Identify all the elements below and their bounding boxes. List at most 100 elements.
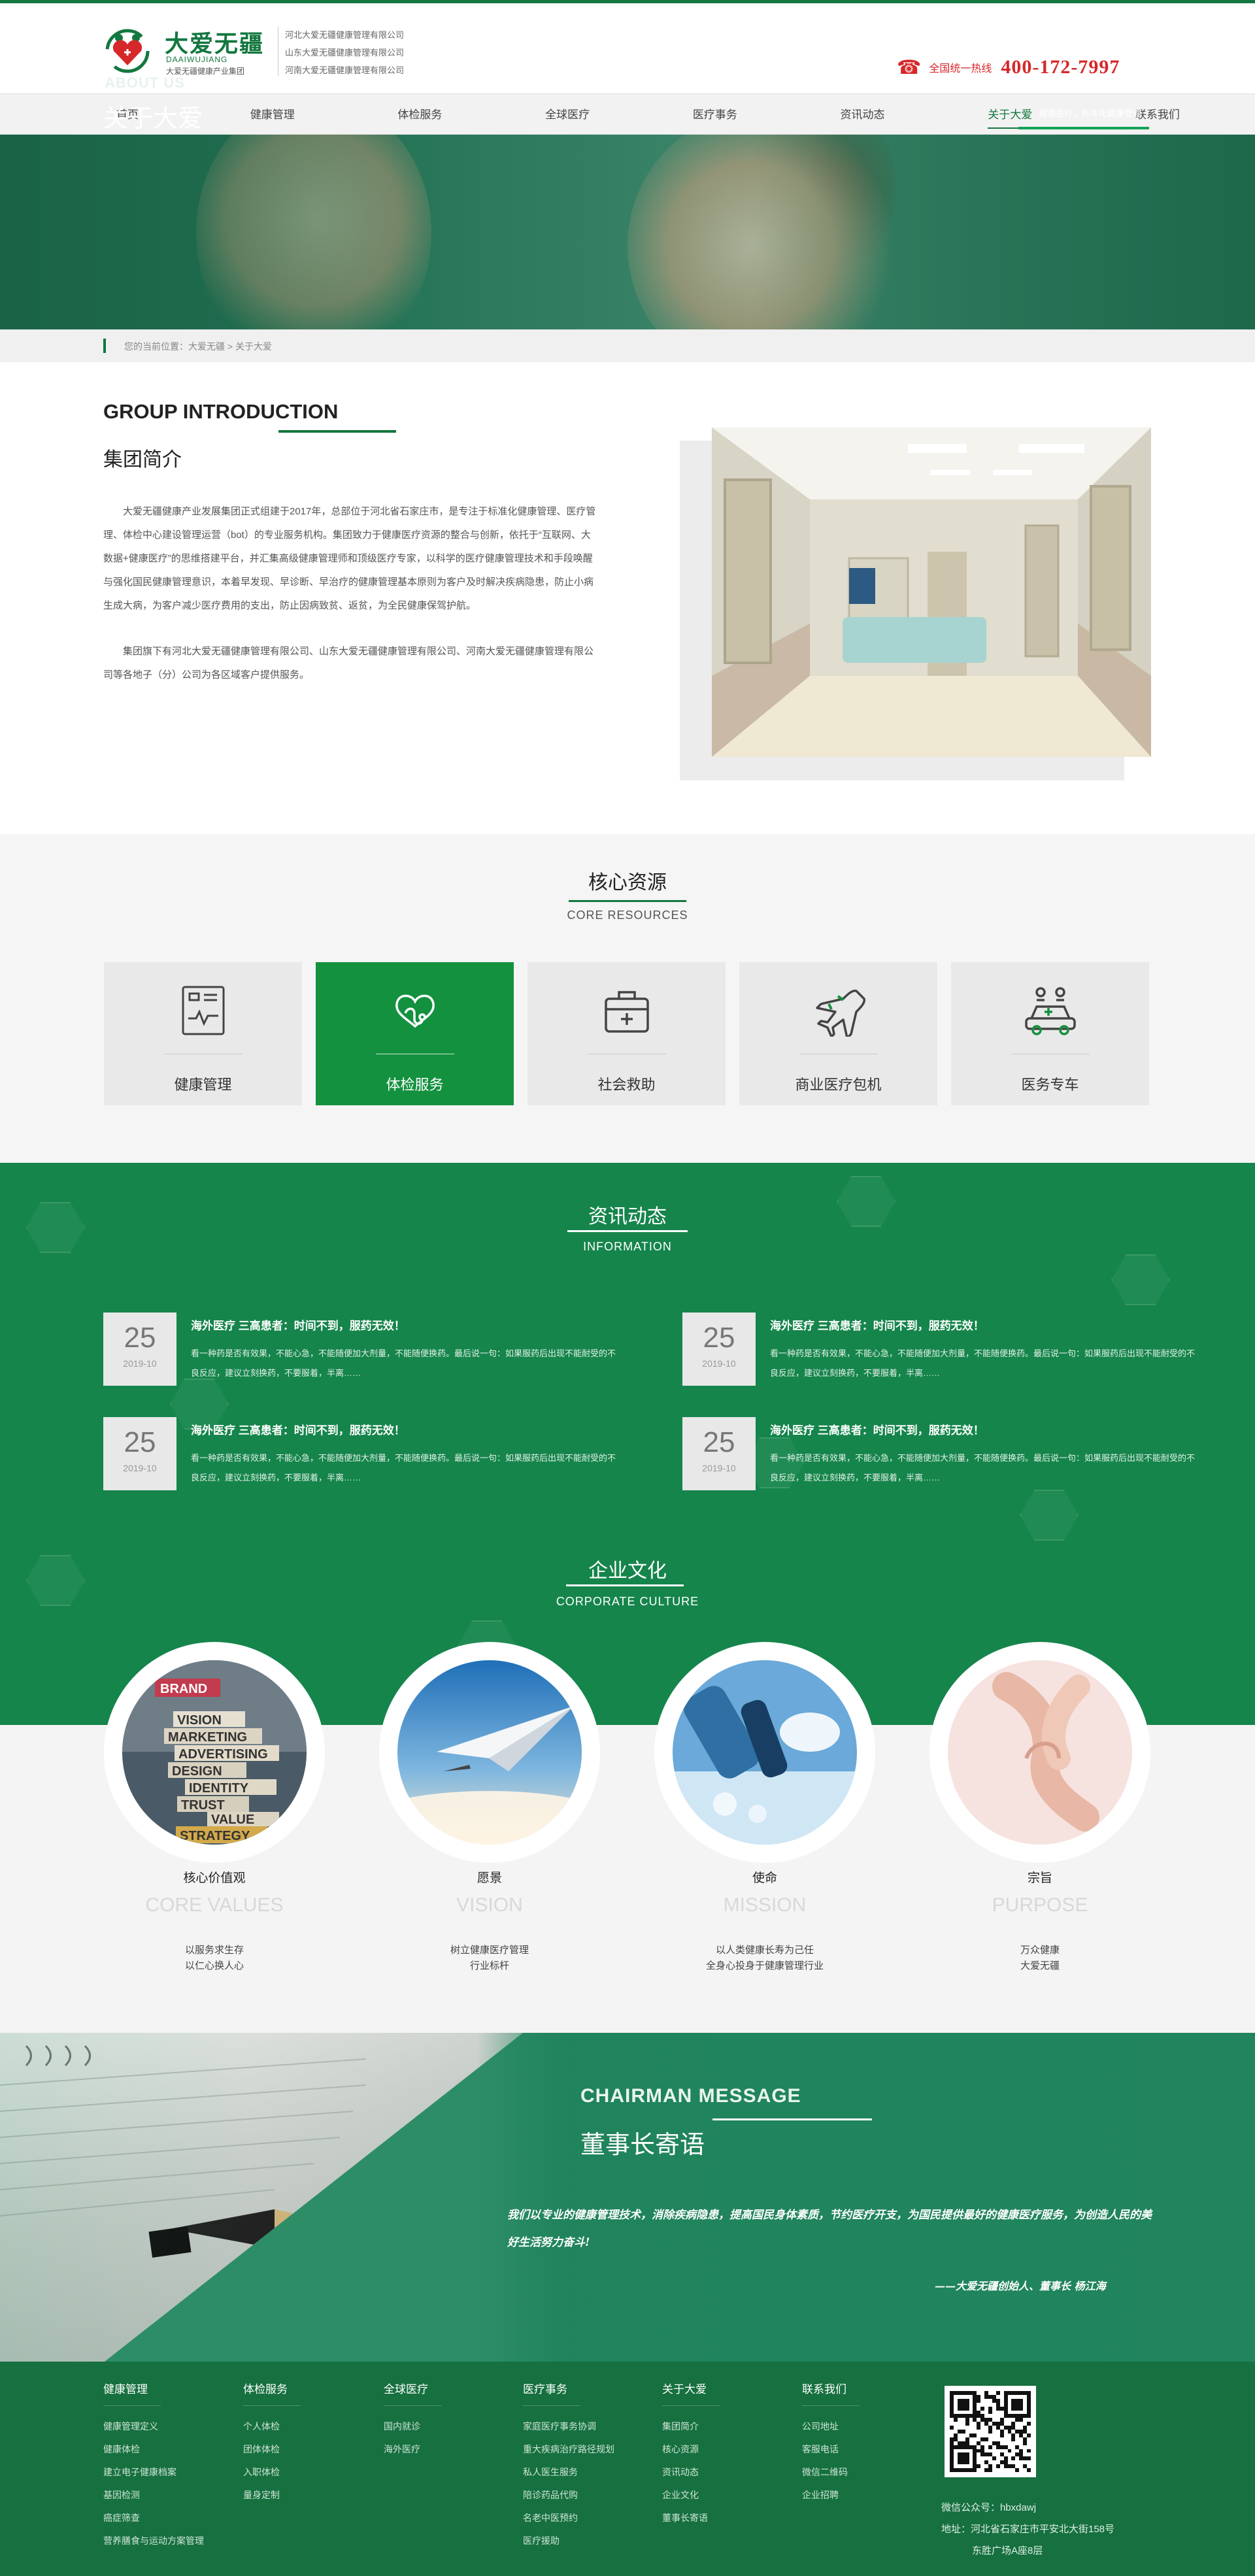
stethoscope-icon [316, 980, 514, 1041]
values-word: VISION [177, 1713, 222, 1728]
footer-heading[interactable]: 关于大爱 [662, 2380, 780, 2396]
values-word: DESIGN [172, 1764, 222, 1779]
news-item[interactable]: 25 2019-10 海外医疗 三高患者：时间不到，服药无效！ 看一种药是否有效… [682, 1417, 1205, 1490]
footer-column: 联系我们 公司地址 客服电话 微信二维码 企业招聘 [802, 2380, 920, 2507]
footer-link[interactable]: 海外医疗 [384, 2438, 501, 2461]
footer-link[interactable]: 健康管理定义 [103, 2415, 221, 2438]
news-title[interactable]: 海外医疗 三高患者：时间不到，服药无效！ [770, 1421, 984, 1437]
subsidiary-item: 河北大爱无疆健康管理有限公司 [285, 30, 405, 40]
banner-tagline: 健康医疗，标本化健康管理 [1039, 109, 1142, 118]
banner-overlay [0, 135, 1255, 329]
news-title[interactable]: 海外医疗 三高患者：时间不到，服药无效！ [191, 1421, 405, 1437]
footer-heading[interactable]: 全球医疗 [384, 2380, 501, 2396]
card-label: 体检服务 [386, 1077, 444, 1093]
logo-heart-icon[interactable] [102, 27, 153, 75]
footer-link[interactable]: 家庭医疗事务协调 [523, 2415, 641, 2438]
resource-card-health-management[interactable]: 健康管理 [104, 962, 302, 1105]
footer-link[interactable]: 建立电子健康档案 [103, 2461, 221, 2484]
wechat-account: 微信公众号：hbxdawj [941, 2502, 1037, 2513]
footer-link[interactable]: 客服电话 [802, 2438, 920, 2461]
paper-plane-photo [397, 1660, 582, 1845]
breadcrumb-text[interactable]: 您的当前位置：大爱无疆 > 关于大爱 [124, 340, 272, 353]
news-day: 25 [124, 1426, 156, 1458]
news-item[interactable]: 25 2019-10 海外医疗 三高患者：时间不到，服药无效！ 看一种药是否有效… [682, 1313, 1205, 1386]
footer-link[interactable]: 营养膳食与运动方案管理 [103, 2530, 221, 2552]
footer-link[interactable]: 董事长寄语 [662, 2507, 780, 2530]
chairman-section [0, 2033, 1255, 2362]
footer-link[interactable]: 量身定制 [243, 2484, 361, 2507]
culture-subtitle: CORPORATE CULTURE [556, 1595, 699, 1608]
footer-link[interactable]: 公司地址 [802, 2415, 920, 2438]
hexagon-decoration [1111, 1254, 1170, 1305]
footer-heading[interactable]: 联系我们 [802, 2380, 920, 2396]
chairman-underline [712, 2118, 872, 2120]
footer-link[interactable]: 核心资源 [662, 2438, 780, 2461]
footer-divider [384, 2405, 441, 2406]
culture-desc-line: 以仁心换人心 [184, 1960, 244, 1971]
hotline-number[interactable]: 400-172-7997 [1001, 56, 1120, 78]
resource-card-checkup[interactable]: 体检服务 [316, 962, 514, 1105]
card-label: 健康管理 [174, 1077, 232, 1093]
footer-divider [103, 2405, 161, 2406]
resource-card-medical-car[interactable]: 医务专车 [951, 962, 1149, 1105]
footer-column: 体检服务 个人体检 团体体检 入职体检 量身定制 [243, 2380, 361, 2507]
footer-heading[interactable]: 医疗事务 [523, 2380, 641, 2396]
news-month: 2019-10 [702, 1358, 736, 1369]
footer-heading[interactable]: 体检服务 [243, 2380, 361, 2396]
banner-subtitle: ABOUT US [105, 75, 185, 91]
nav-checkup[interactable]: 体检服务 [397, 94, 442, 135]
footer-link[interactable]: 私人医生服务 [523, 2461, 641, 2484]
values-word: ADVERTISING [178, 1747, 268, 1762]
logo-text[interactable]: 大爱无疆 [165, 25, 264, 59]
footer-heading[interactable]: 健康管理 [103, 2380, 221, 2396]
footer-link[interactable]: 名老中医预约 [523, 2507, 641, 2530]
culture-circle-vision [379, 1642, 600, 1863]
intro-paragraph: 集团旗下有河北大爱无疆健康管理有限公司、山东大爱无疆健康管理有限公司、河南大爱无… [103, 646, 594, 680]
footer-column: 医疗事务 家庭医疗事务协调 重大疾病治疗路径规划 私人医生服务 陪诊药品代购 名… [523, 2380, 641, 2552]
resource-card-social-aid[interactable]: 社会救助 [527, 962, 726, 1105]
hands-heart-photo [948, 1660, 1132, 1845]
airplane-icon [739, 980, 937, 1041]
culture-title: 企业文化 [588, 1560, 667, 1582]
resource-card-charter-flight[interactable]: 商业医疗包机 [739, 962, 937, 1105]
nav-news[interactable]: 资讯动态 [841, 94, 885, 135]
footer-link[interactable]: 癌症筛查 [103, 2507, 221, 2530]
nav-medical-affairs[interactable]: 医疗事务 [693, 94, 737, 135]
nav-global-medical[interactable]: 全球医疗 [545, 94, 590, 135]
intro-title: 集团简介 [103, 449, 182, 471]
values-word: VALUE [211, 1813, 254, 1827]
news-date: 25 2019-10 [682, 1313, 756, 1386]
footer-link[interactable]: 重大疾病治疗路径规划 [523, 2438, 641, 2461]
health-report-icon [104, 980, 302, 1041]
news-title[interactable]: 海外医疗 三高患者：时间不到，服药无效！ [770, 1316, 984, 1333]
footer-column: 健康管理 健康管理定义 健康体检 建立电子健康档案 基因检测 癌症筛查 营养膳食… [103, 2380, 221, 2552]
footer-link[interactable]: 个人体检 [243, 2415, 361, 2438]
banner-title: 关于大爱 [103, 105, 203, 133]
footer-column: 关于大爱 集团简介 核心资源 资讯动态 企业文化 董事长寄语 [662, 2380, 780, 2530]
values-word: BRAND [160, 1682, 207, 1696]
news-date: 25 2019-10 [103, 1313, 176, 1386]
intro-title-en: GROUP INTRODUCTION [103, 400, 339, 423]
news-title[interactable]: 海外医疗 三高患者：时间不到，服药无效！ [191, 1316, 405, 1333]
footer-link[interactable]: 微信二维码 [802, 2461, 920, 2484]
wechat-qr-code [945, 2386, 1036, 2477]
news-month: 2019-10 [702, 1463, 736, 1473]
culture-circle-purpose [929, 1642, 1150, 1863]
chairman-signature: ——大爱无疆创始人、董事长 杨江海 [935, 2280, 1106, 2292]
news-item[interactable]: 25 2019-10 海外医疗 三高患者：时间不到，服药无效！ 看一种药是否有效… [103, 1417, 626, 1490]
footer-link[interactable]: 企业文化 [662, 2484, 780, 2507]
footer-link[interactable]: 健康体检 [103, 2438, 221, 2461]
footer-link[interactable]: 入职体检 [243, 2461, 361, 2484]
culture-label-en: PURPOSE [992, 1894, 1088, 1916]
footer-link[interactable]: 国内就诊 [384, 2415, 501, 2438]
footer-link[interactable]: 企业招聘 [802, 2484, 920, 2507]
footer-link[interactable]: 陪诊药品代购 [523, 2484, 641, 2507]
footer-link[interactable]: 医疗援助 [523, 2530, 641, 2552]
footer-link[interactable]: 资讯动态 [662, 2461, 780, 2484]
culture-desc-line: 以人类健康长寿为己任 [715, 1945, 814, 1956]
footer-link[interactable]: 团体体检 [243, 2438, 361, 2461]
footer-link[interactable]: 集团简介 [662, 2415, 780, 2438]
nav-health-management[interactable]: 健康管理 [250, 94, 295, 135]
footer-link[interactable]: 基因检测 [103, 2484, 221, 2507]
news-item[interactable]: 25 2019-10 海外医疗 三高患者：时间不到，服药无效！ 看一种药是否有效… [103, 1313, 626, 1386]
